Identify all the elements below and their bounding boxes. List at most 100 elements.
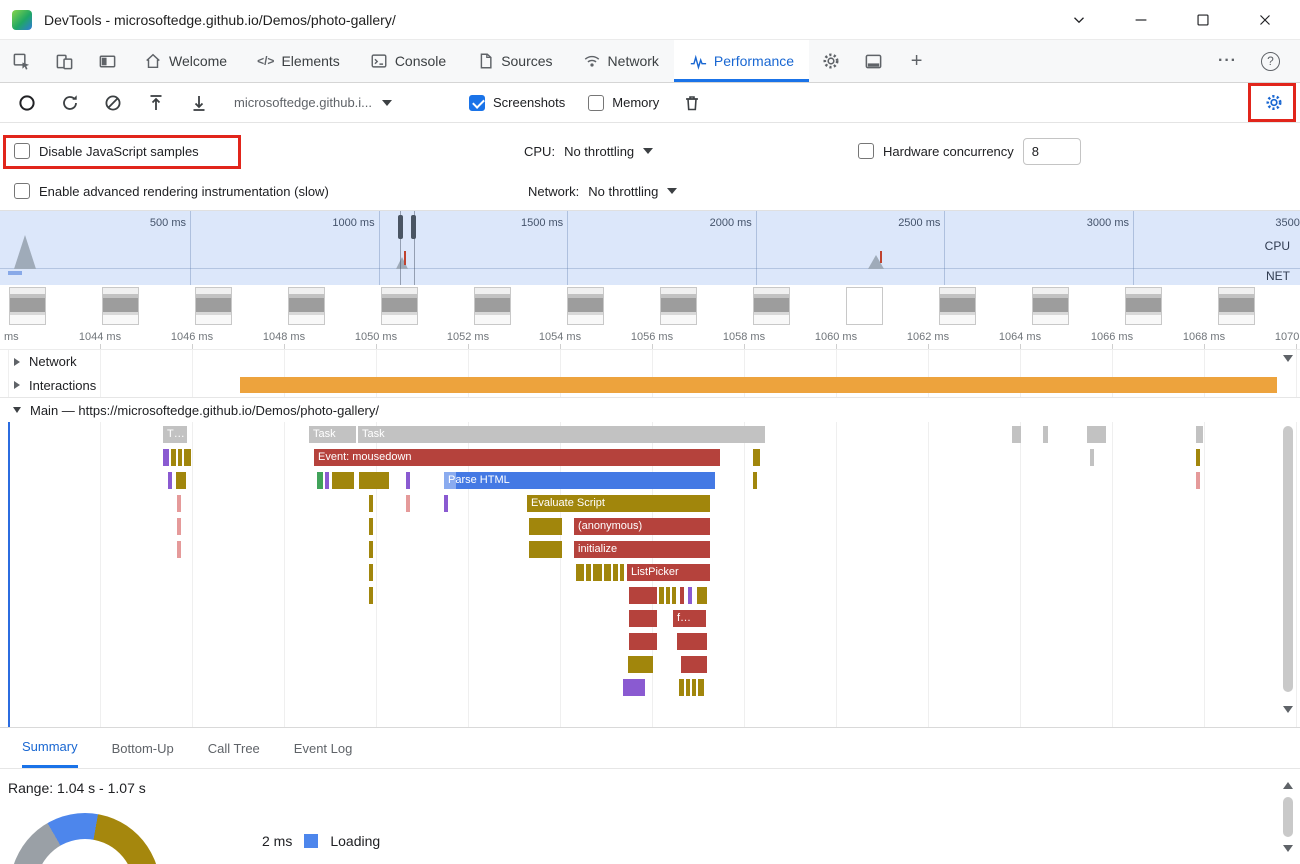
flame-bar[interactable]: [629, 633, 657, 650]
flame-bar[interactable]: [359, 472, 389, 489]
save-profile-icon[interactable]: [189, 93, 209, 113]
flame-bar[interactable]: [369, 587, 373, 604]
screenshot-thumbnail[interactable]: [753, 287, 790, 325]
flame-bar[interactable]: [1196, 426, 1203, 443]
help-icon[interactable]: ?: [1249, 40, 1292, 82]
interaction-bar[interactable]: [240, 377, 1277, 393]
screenshots-checkbox[interactable]: [469, 95, 485, 111]
tab-bottom-up[interactable]: Bottom-Up: [112, 728, 174, 768]
flame-bar[interactable]: [680, 587, 684, 604]
flame-bar[interactable]: [677, 633, 707, 650]
window-chevron-icon[interactable]: [1056, 0, 1102, 40]
flame-bar[interactable]: [325, 472, 329, 489]
flame-bar-listpicker[interactable]: ListPicker: [627, 564, 710, 581]
flame-bar[interactable]: [1196, 449, 1200, 466]
flame-bar[interactable]: [628, 656, 653, 673]
device-toolbar-icon[interactable]: [43, 40, 86, 82]
flame-bar[interactable]: [317, 472, 323, 489]
add-tab-icon[interactable]: +: [895, 40, 938, 82]
selection-right-handle[interactable]: [411, 215, 416, 239]
flame-bar[interactable]: [688, 587, 692, 604]
flame-bar[interactable]: [176, 472, 186, 489]
flame-bar-event-mousedown[interactable]: Event: mousedown: [314, 449, 720, 466]
flame-bar[interactable]: [697, 587, 707, 604]
scroll-down-icon[interactable]: [1283, 845, 1293, 852]
flame-bar[interactable]: [659, 587, 664, 604]
flame-bar[interactable]: [369, 495, 373, 512]
flame-bar-task[interactable]: Task: [358, 426, 765, 443]
screenshot-thumbnail[interactable]: [9, 287, 46, 325]
flame-bar[interactable]: [629, 610, 657, 627]
flame-bar[interactable]: [753, 472, 757, 489]
flame-bar[interactable]: [593, 564, 602, 581]
flame-bar[interactable]: [163, 449, 169, 466]
screenshot-thumbnail[interactable]: [846, 287, 883, 325]
flame-bar-parse-html[interactable]: Parse HTML: [444, 472, 715, 489]
flame-bar[interactable]: [1087, 426, 1106, 443]
flame-bar[interactable]: [177, 495, 181, 512]
tab-call-tree[interactable]: Call Tree: [208, 728, 260, 768]
memory-toggle[interactable]: Memory: [588, 95, 659, 111]
tab-sources[interactable]: Sources: [461, 40, 567, 82]
network-throttle-select[interactable]: No throttling: [588, 184, 677, 199]
reload-record-icon[interactable]: [60, 93, 80, 113]
cpu-throttle-select[interactable]: No throttling: [564, 144, 653, 159]
scroll-up-icon[interactable]: [1283, 782, 1293, 789]
flame-bar[interactable]: [177, 541, 181, 558]
inspect-icon[interactable]: [0, 40, 43, 82]
screenshot-thumbnail[interactable]: [195, 287, 232, 325]
tab-event-log[interactable]: Event Log: [294, 728, 353, 768]
screenshots-toggle[interactable]: Screenshots: [469, 95, 565, 111]
flame-bar[interactable]: [369, 564, 373, 581]
screenshot-thumbnail[interactable]: [1032, 287, 1069, 325]
flame-bar[interactable]: [168, 472, 172, 489]
dock-side-icon[interactable]: [86, 40, 129, 82]
flame-bar[interactable]: [406, 495, 410, 512]
flame-bar[interactable]: [679, 679, 684, 696]
flame-bar[interactable]: [406, 472, 410, 489]
flame-bar[interactable]: [576, 564, 584, 581]
flame-bar[interactable]: [1012, 426, 1021, 443]
flame-bar-initialize[interactable]: initialize: [574, 541, 710, 558]
record-icon[interactable]: [17, 93, 37, 113]
track-main[interactable]: Main — https://microsoftedge.github.io/D…: [0, 397, 1300, 422]
flame-bar[interactable]: [369, 518, 373, 535]
flame-chart[interactable]: T…TaskTaskEvent: mousedownParse HTMLEval…: [0, 422, 1300, 727]
flame-bar[interactable]: [672, 587, 676, 604]
flame-bar[interactable]: [184, 449, 191, 466]
collapse-arrow-icon[interactable]: [14, 381, 20, 389]
flame-bar[interactable]: [681, 656, 707, 673]
flame-bar[interactable]: [666, 587, 670, 604]
flame-bar[interactable]: [529, 541, 562, 558]
screenshot-thumbnail[interactable]: [288, 287, 325, 325]
advanced-rendering-toggle[interactable]: Enable advanced rendering instrumentatio…: [14, 176, 329, 206]
screenshot-thumbnail[interactable]: [567, 287, 604, 325]
flame-scrollbar-thumb[interactable]: [1283, 426, 1293, 692]
more-options-icon[interactable]: ···: [1206, 40, 1249, 82]
flame-bar[interactable]: [629, 587, 657, 604]
flame-bar[interactable]: [529, 518, 562, 535]
flame-bar[interactable]: [586, 564, 591, 581]
expand-arrow-icon[interactable]: [13, 407, 21, 413]
flame-bar[interactable]: [620, 564, 624, 581]
hardware-concurrency-input[interactable]: [1023, 138, 1081, 165]
tab-elements[interactable]: </> Elements: [242, 40, 355, 82]
flame-bar[interactable]: [171, 449, 176, 466]
flame-bar[interactable]: [1043, 426, 1048, 443]
tab-welcome[interactable]: Welcome: [129, 40, 242, 82]
disable-js-samples-checkbox[interactable]: [14, 143, 30, 159]
screenshot-thumbnail[interactable]: [939, 287, 976, 325]
flame-bar[interactable]: [698, 679, 704, 696]
flame-bar[interactable]: [1090, 449, 1094, 466]
disable-js-samples-toggle[interactable]: Disable JavaScript samples: [14, 136, 199, 166]
close-icon[interactable]: [1242, 0, 1288, 40]
flame-bar[interactable]: [753, 449, 760, 466]
clear-icon[interactable]: [103, 93, 123, 113]
dock-layout-icon[interactable]: [852, 40, 895, 82]
settings-gear-icon[interactable]: [809, 40, 852, 82]
scroll-down-icon[interactable]: [1283, 706, 1293, 713]
flame-bar-t-[interactable]: T…: [163, 426, 187, 443]
screenshot-thumbnail[interactable]: [474, 287, 511, 325]
flame-bar-task[interactable]: Task: [309, 426, 356, 443]
flame-bar-f-[interactable]: f…: [673, 610, 706, 627]
